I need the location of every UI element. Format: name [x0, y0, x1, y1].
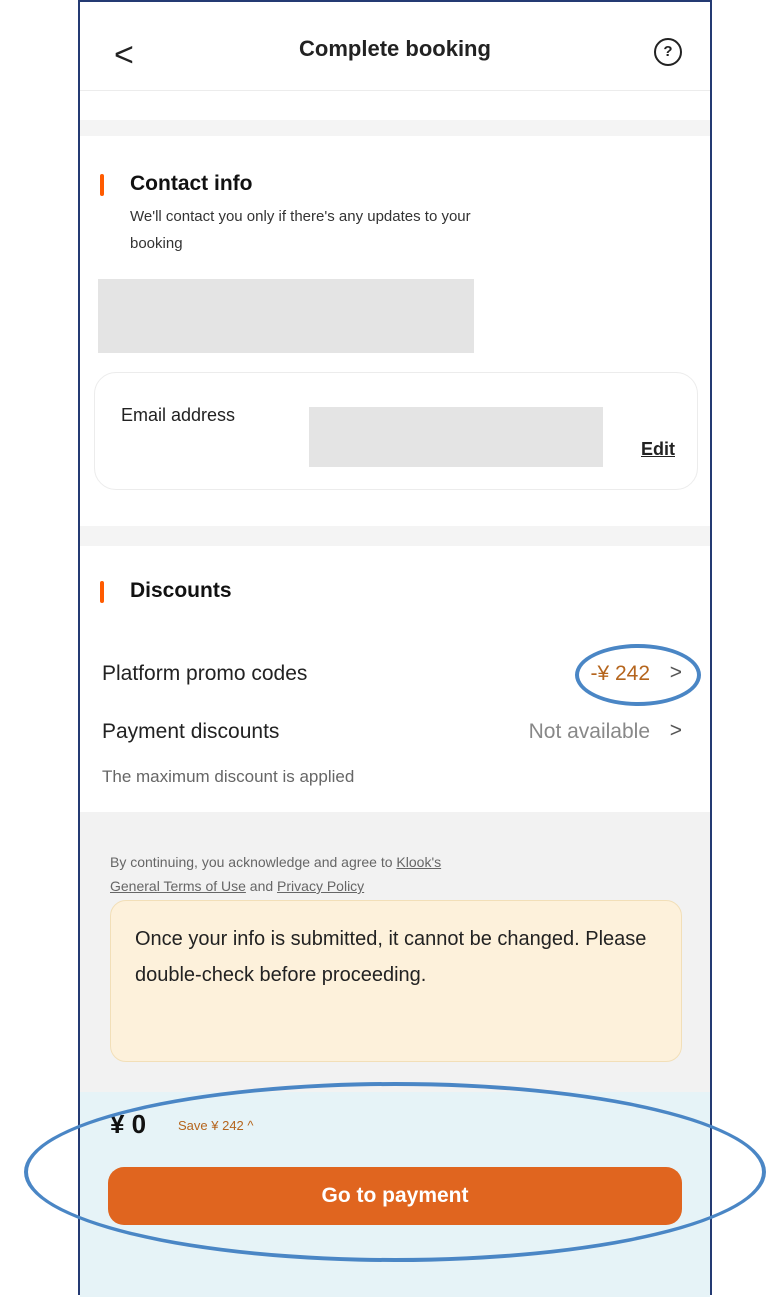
terms-prefix: By continuing, you acknowledge and agree…	[110, 854, 397, 870]
section-separator	[80, 120, 710, 136]
payment-discounts-row[interactable]: Payment discounts Not available >	[102, 719, 688, 744]
warning-box: Once your info is submitted, it cannot b…	[110, 900, 682, 1062]
redacted-name	[98, 279, 474, 353]
page-title: Complete booking	[299, 36, 491, 61]
discounts-title: Discounts	[130, 579, 232, 602]
klook-link[interactable]: Klook's	[396, 854, 441, 870]
terms-and: and	[245, 878, 278, 894]
chevron-right-icon: >	[669, 719, 682, 742]
header: < Complete booking ?	[80, 2, 710, 90]
contact-info-title: Contact info	[130, 172, 253, 195]
payment-discounts-value: Not available	[528, 720, 650, 743]
general-terms-link[interactable]: General Terms of Use	[110, 878, 246, 894]
contact-accent-bar	[100, 174, 104, 196]
help-icon[interactable]: ?	[654, 38, 682, 66]
total-price: ¥ 0	[110, 1109, 147, 1139]
section-separator	[80, 526, 710, 546]
promo-codes-value: -¥ 242	[590, 662, 650, 685]
max-discount-note: The maximum discount is applied	[102, 767, 355, 786]
contact-subtitle-line2: booking	[130, 235, 183, 252]
payment-discounts-label: Payment discounts	[102, 720, 280, 743]
redacted-email	[309, 407, 603, 467]
email-card: Email address Edit	[94, 372, 698, 490]
go-to-payment-button[interactable]: Go to payment	[108, 1167, 682, 1225]
email-label: Email address	[121, 405, 236, 425]
privacy-policy-link[interactable]: Privacy Policy	[277, 878, 364, 894]
promo-codes-label: Platform promo codes	[102, 662, 308, 685]
header-divider	[80, 90, 710, 91]
discounts-accent-bar	[100, 581, 104, 603]
promo-codes-row[interactable]: Platform promo codes -¥ 242 >	[102, 661, 688, 686]
contact-subtitle-line1: We'll contact you only if there's any up…	[130, 208, 471, 225]
terms-text: By continuing, you acknowledge and agree…	[110, 850, 630, 898]
warning-text: Once your info is submitted, it cannot b…	[135, 928, 647, 986]
save-amount-toggle[interactable]: Save ¥ 242 ^	[178, 1118, 254, 1133]
edit-email-link[interactable]: Edit	[641, 439, 675, 460]
phone-frame: < Complete booking ? Contact info We'll …	[78, 0, 712, 1297]
chevron-right-icon: >	[669, 661, 682, 684]
